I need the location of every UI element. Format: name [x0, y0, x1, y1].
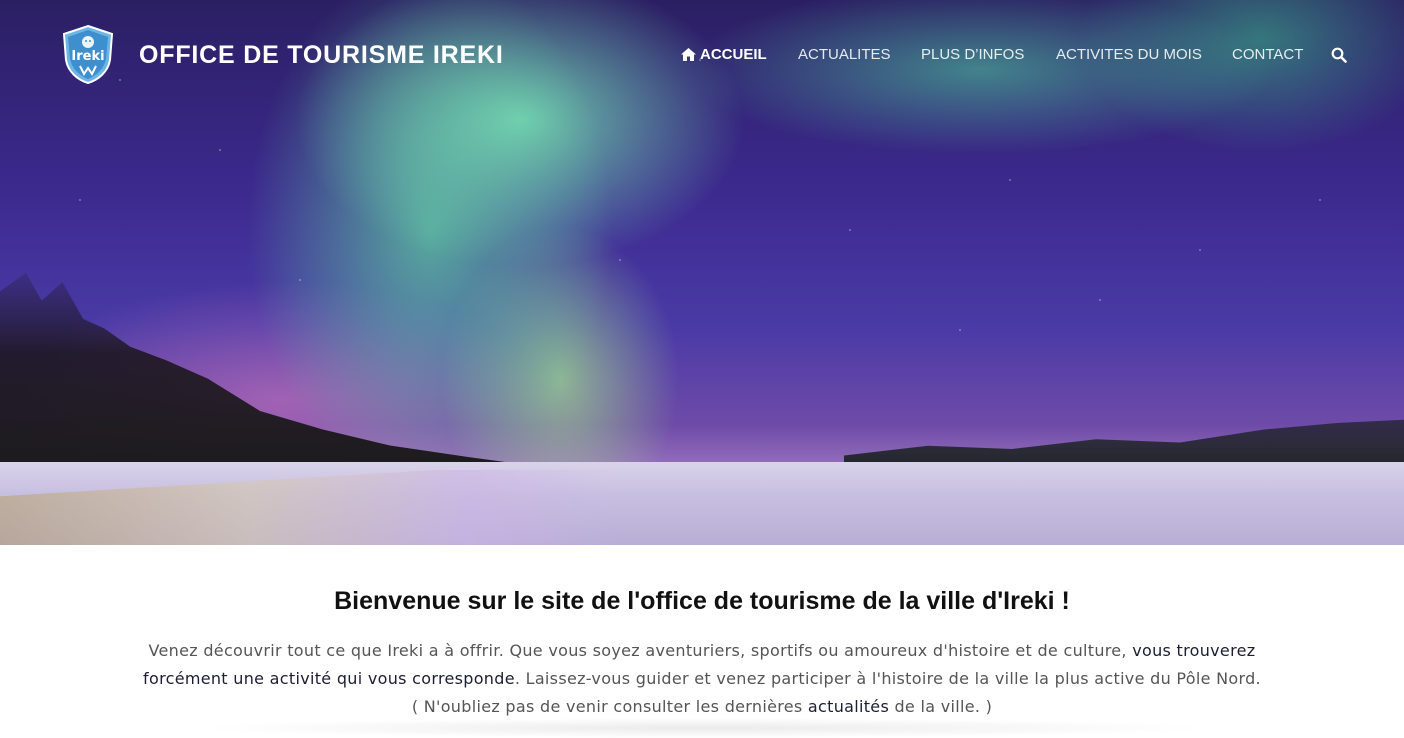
nav-item-contact[interactable]: CONTACT — [1232, 45, 1303, 65]
nav-item-label: PLUS D’INFOS — [921, 46, 1025, 63]
page-title: Bienvenue sur le site de l'office de tou… — [334, 587, 1070, 615]
nav-item-label: ACCUEIL — [700, 46, 767, 63]
site-title[interactable]: OFFICE DE TOURISME IREKI — [139, 40, 504, 70]
search-icon — [1331, 47, 1347, 63]
site-header: Ireki OFFICE DE TOURISME IREKI ACCUEIL A… — [0, 0, 1404, 110]
news-link[interactable]: actualités — [808, 697, 889, 716]
nav-item-label: ACTIVITES DU MOIS — [1056, 46, 1202, 63]
intro-text: Venez découvrir tout ce que Ireki a à of… — [148, 641, 1133, 660]
nav-item-label: CONTACT — [1232, 46, 1304, 63]
section-shadow — [190, 718, 1214, 738]
nav-item-actualites[interactable]: ACTUALITES — [798, 45, 891, 65]
intro-text-end: . Laissez-vous guider et venez participe… — [514, 669, 1261, 688]
site-logo[interactable]: Ireki — [60, 24, 116, 85]
news-note-text-end: de la ville. ) — [889, 697, 993, 716]
search-button[interactable] — [1331, 47, 1347, 63]
news-note-text: ( N'oubliez pas de venir consulter les d… — [411, 697, 808, 716]
shield-logo-icon: Ireki — [62, 24, 114, 85]
nav-item-plus-infos[interactable]: PLUS D’INFOS — [921, 45, 1024, 65]
nav-item-label: ACTUALITES — [798, 46, 891, 63]
nav-item-activites-du-mois[interactable]: ACTIVITES DU MOIS — [1056, 45, 1202, 65]
news-note: ( N'oubliez pas de venir consulter les d… — [135, 693, 1269, 721]
svg-text:Ireki: Ireki — [71, 49, 104, 64]
nav-item-accueil[interactable]: ACCUEIL — [681, 45, 767, 65]
main-content: Bienvenue sur le site de l'office de tou… — [0, 545, 1404, 738]
home-icon — [681, 48, 696, 61]
intro-paragraph: Venez découvrir tout ce que Ireki a à of… — [135, 637, 1269, 721]
